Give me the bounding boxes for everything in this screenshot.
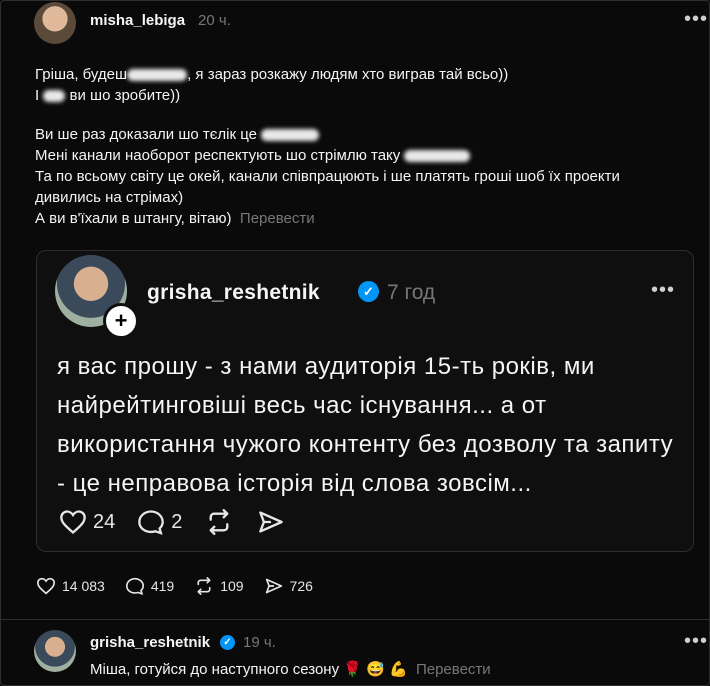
comment-count: 419 — [150, 578, 175, 594]
quoted-repost-button[interactable] — [204, 509, 234, 535]
comment-icon — [125, 577, 144, 595]
repost-icon — [197, 577, 211, 595]
like-button[interactable]: 14 083 — [36, 577, 105, 595]
censor-blur — [127, 69, 188, 82]
post-body-2: Ви ше раз доказали шо тєлік це Мені кана… — [35, 124, 620, 229]
quoted-more-options-icon[interactable]: ••• — [651, 279, 675, 302]
heart-icon — [60, 510, 86, 535]
send-icon — [259, 511, 284, 533]
quoted-like-count: 24 — [93, 510, 116, 533]
post-line-4: Мені канали наоборот респектують шо стрі… — [35, 147, 401, 164]
censor-blur — [261, 129, 320, 142]
quoted-username[interactable]: grisha_reshetnik — [147, 281, 320, 305]
more-options-icon[interactable]: ••• — [684, 8, 708, 31]
quoted-comment-count: 2 — [171, 510, 183, 533]
avatar-misha-lebiga[interactable] — [34, 2, 76, 44]
post-actions: 14 083 419 109 726 — [36, 577, 335, 595]
post-line-1b: , я зараз розкажу людям хто виграв тай в… — [187, 66, 509, 83]
quoted-share-button[interactable] — [256, 509, 286, 535]
reply-verified-badge-icon: ✓ — [220, 635, 235, 650]
quoted-post[interactable]: + grisha_reshetnik ✓ 7 год ••• я вас про… — [36, 250, 694, 552]
heart-icon — [36, 577, 56, 595]
repost-button[interactable]: 109 — [194, 577, 244, 595]
reply-time[interactable]: 19 ч. — [243, 634, 276, 651]
censor-blur — [43, 90, 66, 103]
quoted-actions: 24 2 — [59, 509, 308, 535]
translate-link[interactable]: Перевести — [240, 210, 315, 227]
post-line-3: Ви ше раз доказали шо тєлік це — [35, 126, 257, 143]
post-line-5: Та по всьому світу це окей, канали співп… — [35, 168, 620, 185]
divider — [0, 619, 710, 620]
post-line-1a: Гріша, будеш — [35, 66, 128, 83]
repost-icon — [209, 509, 229, 535]
post-time[interactable]: 20 ч. — [198, 12, 231, 29]
post-line-7: А ви в'їхали в штангу, вітаю) — [35, 210, 232, 227]
post-line-2a: І — [35, 87, 40, 104]
reply-avatar[interactable] — [34, 630, 76, 672]
follow-plus-icon[interactable]: + — [103, 303, 139, 339]
comment-button[interactable]: 419 — [125, 577, 174, 595]
quoted-time[interactable]: 7 год — [387, 281, 435, 305]
reply-username[interactable]: grisha_reshetnik — [90, 634, 210, 651]
post-username[interactable]: misha_lebiga — [90, 12, 185, 29]
quoted-comment-button[interactable]: 2 — [137, 509, 182, 535]
repost-count: 109 — [220, 578, 244, 594]
reply-more-options-icon[interactable]: ••• — [684, 630, 708, 653]
post-line-6: дивились на стрімах) — [35, 189, 184, 206]
verified-badge-icon: ✓ — [358, 281, 379, 302]
reply-body: Міша, готуйся до наступного сезону 🌹 😅 💪… — [90, 659, 491, 680]
reply-emoji: 🌹 😅 💪 — [343, 661, 408, 678]
quoted-like-button[interactable]: 24 — [59, 509, 115, 535]
reply-text: Міша, готуйся до наступного сезону — [90, 661, 340, 678]
share-count: 726 — [289, 578, 313, 594]
comment-icon — [138, 510, 165, 535]
censor-blur — [404, 150, 471, 163]
like-count: 14 083 — [62, 578, 105, 594]
post-line-2b: ви шо зробите)) — [69, 87, 181, 104]
share-button[interactable]: 726 — [264, 577, 313, 595]
quoted-text: я вас прошу - з нами аудиторія 15-ть рок… — [57, 353, 674, 497]
reply-translate-link[interactable]: Перевести — [416, 661, 491, 678]
send-icon — [265, 578, 282, 594]
post-body: Гріша, будеш , я зараз розкажу людям хто … — [35, 64, 508, 106]
